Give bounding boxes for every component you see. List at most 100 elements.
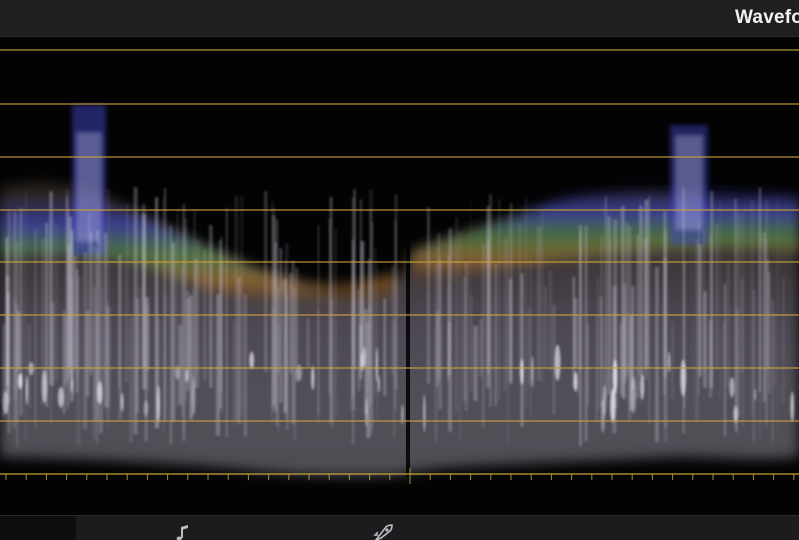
waveform-streak xyxy=(146,297,150,371)
waveform-streak xyxy=(351,259,355,397)
waveform-streak xyxy=(194,258,198,388)
waveform-streak xyxy=(544,286,547,369)
waveform-streak xyxy=(376,262,378,422)
waveform-streak xyxy=(92,245,96,440)
waveform-hotspot xyxy=(311,365,315,390)
waveform-streak xyxy=(765,239,768,423)
waveform-streak xyxy=(272,215,276,406)
waveform-streak xyxy=(663,210,668,442)
waveform-streak xyxy=(716,224,718,369)
waveform-streak xyxy=(600,235,603,369)
waveform-streak xyxy=(719,201,721,400)
bottom-toolbar xyxy=(0,515,799,540)
waveform-trace xyxy=(0,97,799,477)
waveform-hotspot xyxy=(554,344,561,381)
waveform-streak xyxy=(233,320,235,428)
waveform-hotspot xyxy=(185,369,188,383)
waveform-streak xyxy=(455,314,458,369)
waveform-streak xyxy=(226,207,228,438)
waveform-streak xyxy=(291,260,295,425)
waveform-hotspot xyxy=(790,391,794,422)
waveform-streak xyxy=(577,315,580,395)
waveform-streak xyxy=(759,187,761,393)
waveform-streak xyxy=(584,225,588,442)
waveform-streak xyxy=(648,195,650,425)
waveform-streak xyxy=(473,325,478,402)
waveform-streak xyxy=(621,206,625,398)
waveform-display xyxy=(0,49,799,484)
waveform-streak xyxy=(768,272,771,394)
waveform-streak xyxy=(285,293,289,431)
waveform-streak xyxy=(329,196,333,423)
waveform-hotspot xyxy=(249,351,255,370)
waveform-hotspot xyxy=(531,355,534,388)
waveform-streak xyxy=(631,286,635,390)
waveform-streak xyxy=(741,279,743,373)
waveform-hotspot xyxy=(97,381,103,405)
waveform-streak xyxy=(86,310,90,397)
waveform-streak xyxy=(118,256,120,389)
waveform-streak xyxy=(171,242,176,422)
waveform-streak xyxy=(264,190,268,372)
waveform-hotspot xyxy=(630,376,637,414)
waveform-hotspot xyxy=(2,391,9,414)
waveform-streak xyxy=(318,224,319,415)
waveform-streak xyxy=(182,204,186,441)
waveform-streak xyxy=(625,222,629,377)
waveform-streak xyxy=(782,277,785,405)
waveform-streak xyxy=(24,191,27,442)
waveform-hotspot xyxy=(191,377,196,416)
waveform-streak xyxy=(587,323,589,406)
waveform-streak xyxy=(243,294,248,437)
waveform-streak xyxy=(510,203,512,385)
waveform-streak xyxy=(277,287,279,374)
waveform-streak xyxy=(698,244,702,377)
waveform-streak xyxy=(691,247,693,399)
waveform-streak xyxy=(209,225,213,388)
waveform-streak xyxy=(489,194,492,407)
waveform-streak xyxy=(124,266,127,382)
waveform-hotspot xyxy=(668,351,671,373)
waveform-streak xyxy=(737,211,741,416)
waveform-gap xyxy=(406,97,410,477)
waveform-hotspot xyxy=(602,384,607,416)
waveform-hotspot xyxy=(375,347,378,382)
waveform-hotspot xyxy=(157,385,160,423)
waveform-streak xyxy=(498,199,500,400)
waveform-hotspot xyxy=(754,388,757,401)
waveform-streak xyxy=(5,275,10,386)
waveform-streak xyxy=(54,225,58,382)
waveform-streak xyxy=(529,257,532,417)
waveform-streak xyxy=(427,207,430,384)
waveform-hotspot xyxy=(57,387,64,408)
waveform-streak xyxy=(536,226,541,381)
waveform-hotspot xyxy=(70,377,74,392)
title-bar: Waveform xyxy=(0,0,799,37)
music-note-icon[interactable] xyxy=(172,524,194,540)
waveform-streak xyxy=(369,189,373,436)
waveform-streak xyxy=(16,242,18,447)
waveform-streak xyxy=(459,231,462,441)
waveform-streak xyxy=(639,196,642,405)
waveform-streak xyxy=(773,312,775,386)
waveform-hotspot xyxy=(612,358,618,394)
waveform-streak xyxy=(447,284,450,429)
waveform-streak xyxy=(295,267,299,383)
waveform-scope xyxy=(0,37,799,515)
waveform-streak xyxy=(142,213,147,390)
waveform-streak xyxy=(50,191,53,426)
waveform-streak xyxy=(540,210,544,383)
waveform-hotspot xyxy=(18,373,23,390)
waveform-streak xyxy=(525,197,527,407)
waveform-hotspot xyxy=(573,371,578,392)
waveform-streak xyxy=(777,198,779,434)
waveform-hotspot xyxy=(296,364,303,382)
rocket-icon[interactable] xyxy=(372,524,394,540)
waveform-streak xyxy=(95,230,100,402)
waveform-streak xyxy=(548,270,552,371)
waveform-streak xyxy=(518,223,522,376)
waveform-streak xyxy=(494,263,497,406)
waveform-hotspot xyxy=(377,375,380,393)
waveform-streak xyxy=(636,234,639,399)
waveform-streak xyxy=(620,323,622,394)
